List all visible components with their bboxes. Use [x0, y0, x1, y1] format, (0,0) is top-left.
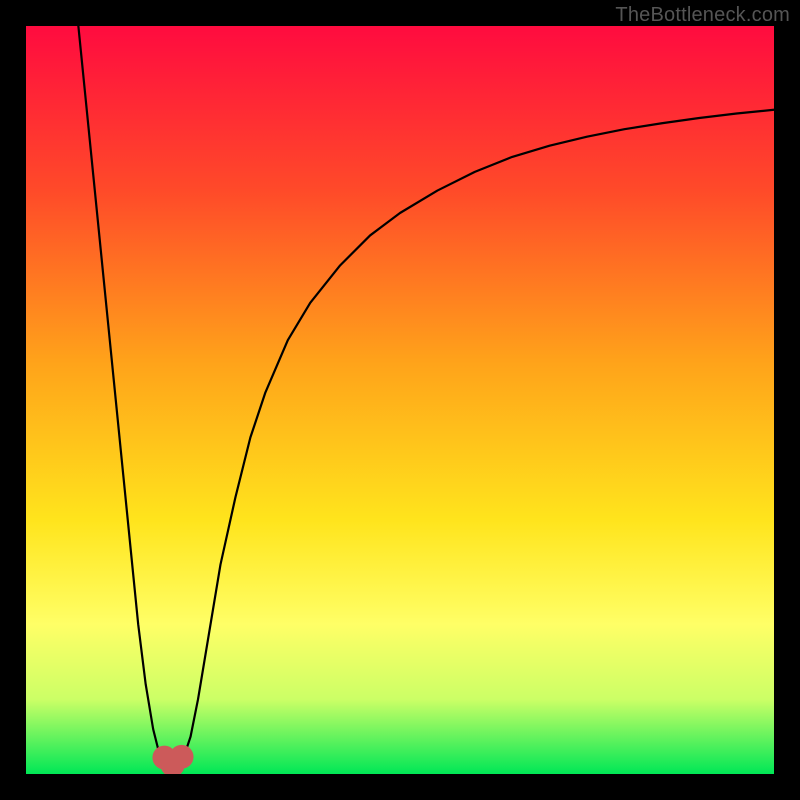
marker-valley-right [170, 745, 194, 769]
bottleneck-chart [26, 26, 774, 774]
watermark-text: TheBottleneck.com [615, 4, 790, 27]
chart-background [26, 26, 774, 774]
chart-frame: TheBottleneck.com [0, 0, 800, 800]
